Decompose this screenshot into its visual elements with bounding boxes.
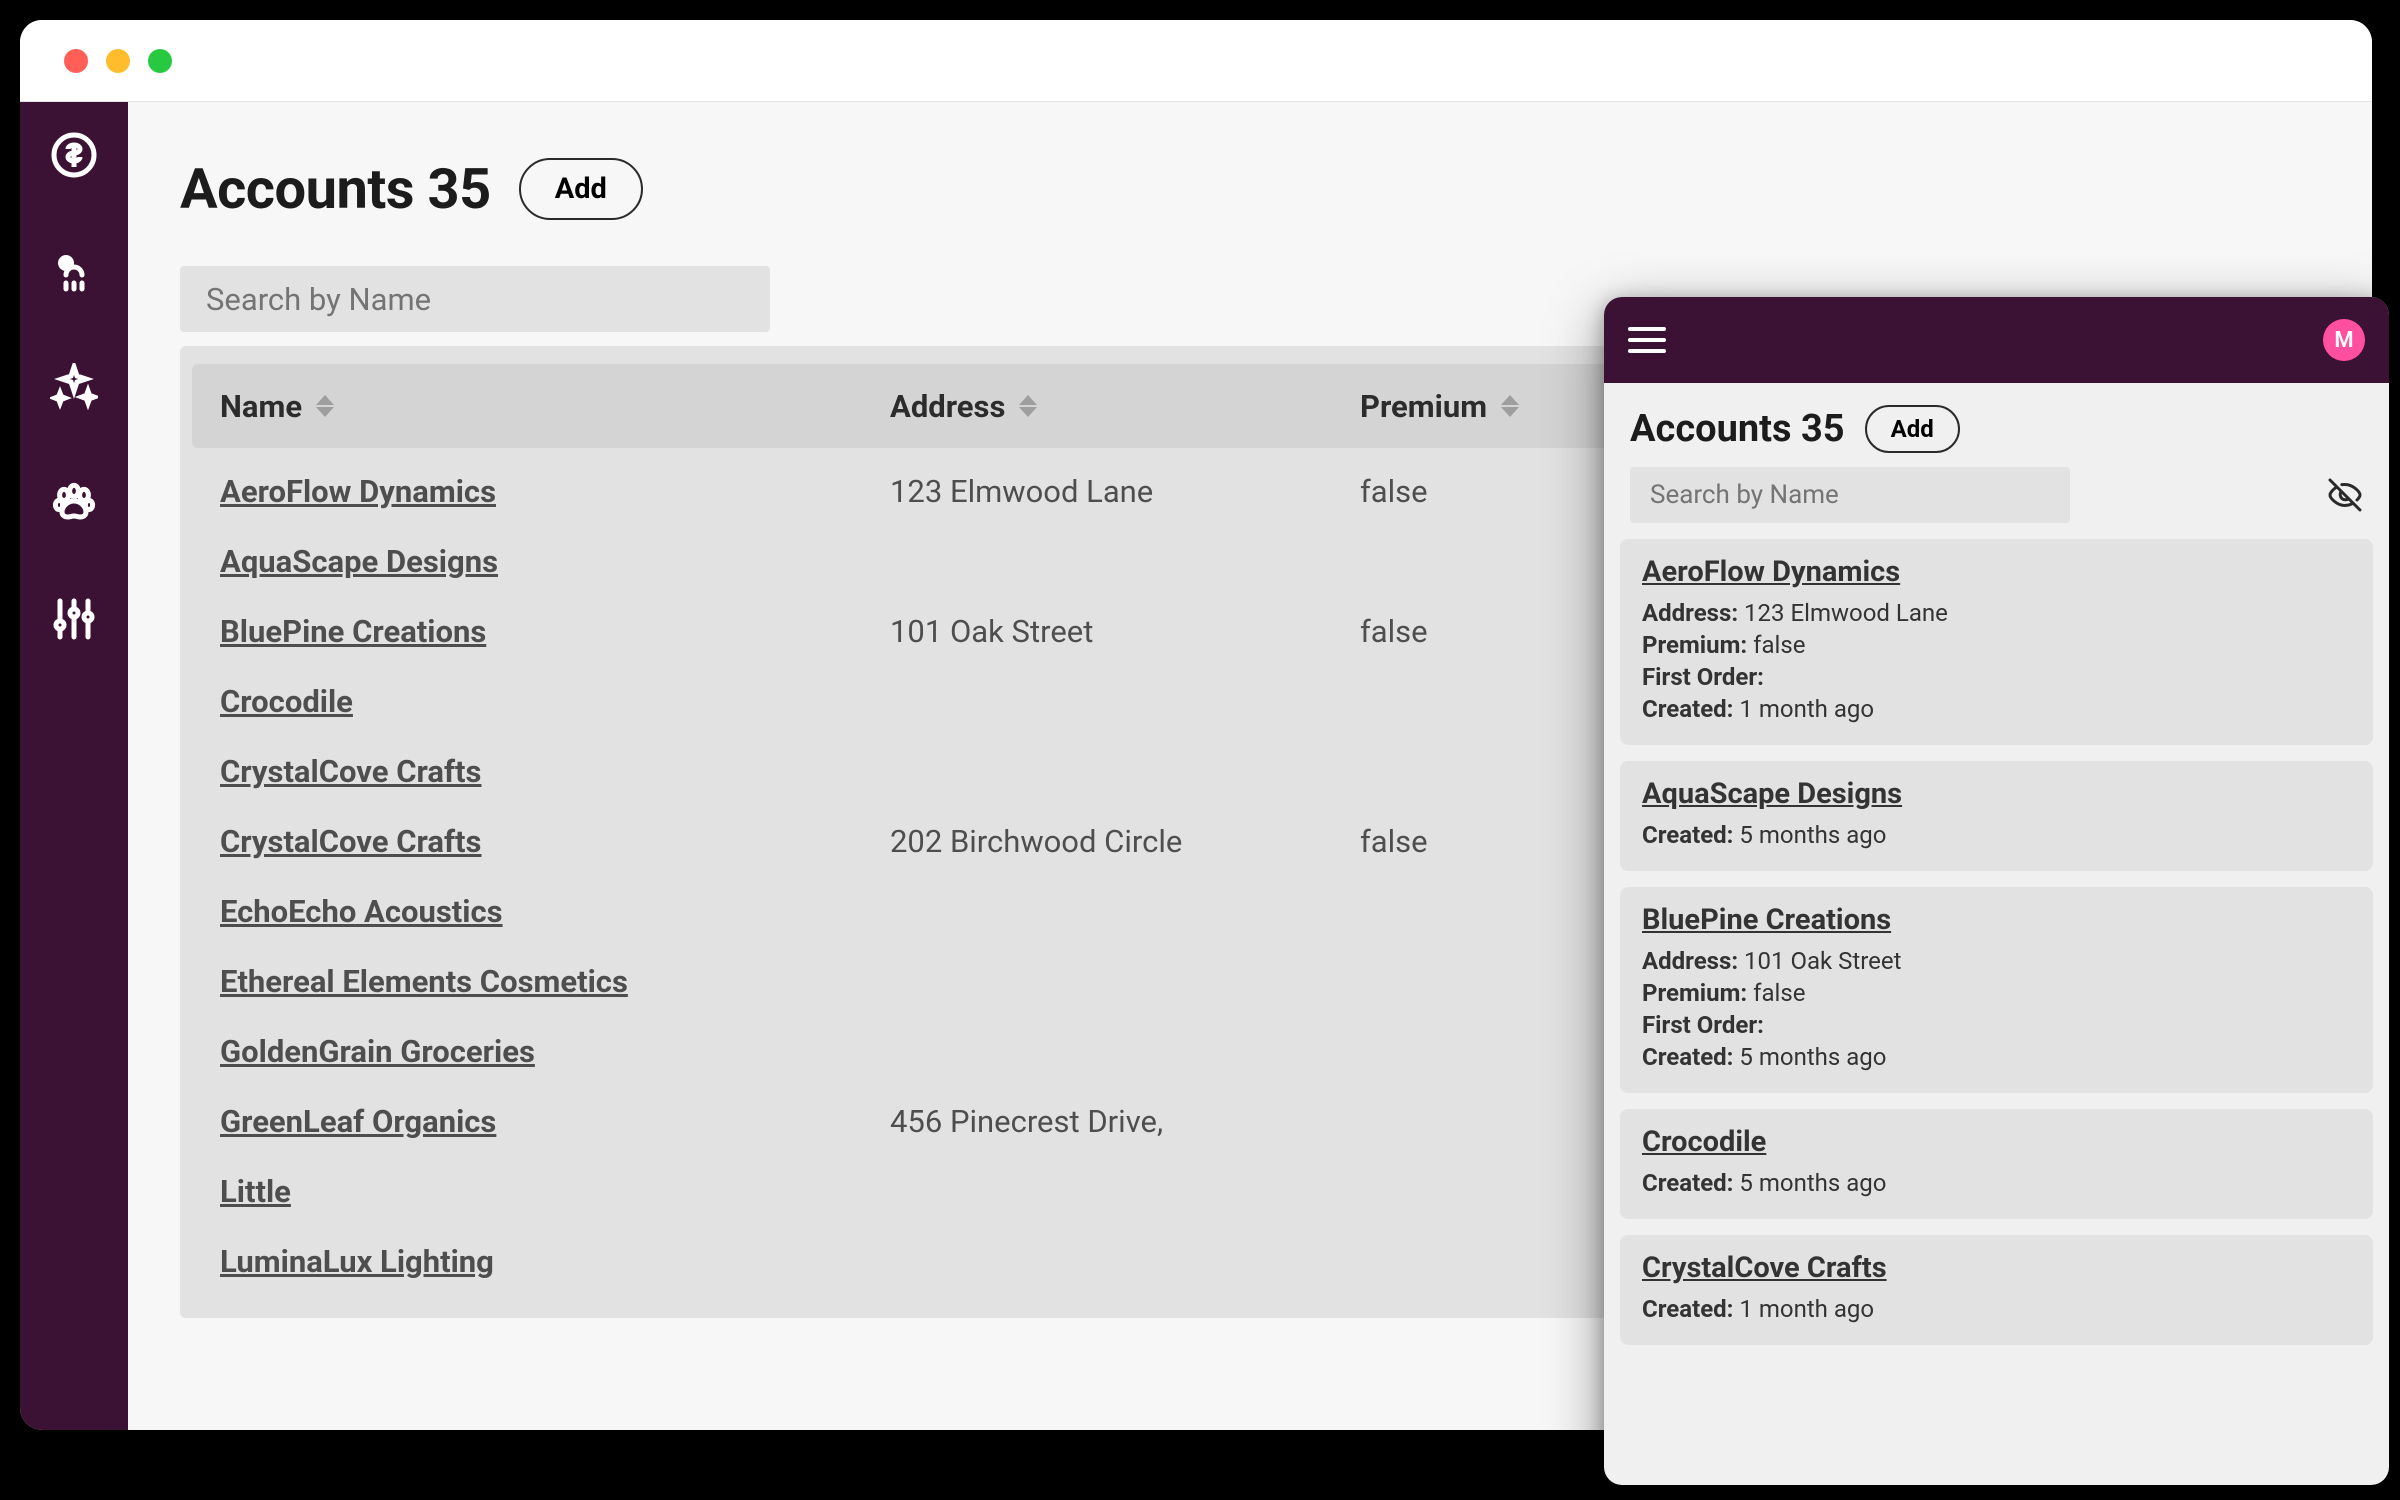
account-card[interactable]: CrystalCove Crafts Created: 1 month ago xyxy=(1620,1235,2373,1345)
account-card[interactable]: AeroFlow Dynamics Address: 123 Elmwood La… xyxy=(1620,539,2373,745)
account-link[interactable]: Ethereal Elements Cosmetics xyxy=(220,963,628,1000)
maximize-window-icon[interactable] xyxy=(148,49,172,73)
account-link[interactable]: LuminaLux Lighting xyxy=(220,1243,494,1280)
card-premium: Premium: false xyxy=(1642,979,2351,1007)
account-link[interactable]: CrystalCove Crafts xyxy=(220,823,481,860)
account-link[interactable]: Little xyxy=(220,1173,291,1210)
card-premium: Premium: false xyxy=(1642,631,2351,659)
page-title: Accounts 35 xyxy=(180,156,491,222)
account-link[interactable]: Crocodile xyxy=(220,683,353,720)
account-link[interactable]: CrystalCove Crafts xyxy=(220,753,481,790)
account-link[interactable]: AquaScape Designs xyxy=(220,543,498,580)
account-card[interactable]: Crocodile Created: 5 months ago xyxy=(1620,1109,2373,1219)
close-window-icon[interactable] xyxy=(64,49,88,73)
card-created: Created: 5 months ago xyxy=(1642,821,2351,849)
account-link[interactable]: EchoEcho Acoustics xyxy=(220,893,503,930)
mobile-preview: M Accounts 35 Add AeroFlow Dynamics Addre… xyxy=(1604,297,2389,1485)
weather-icon[interactable] xyxy=(47,244,101,298)
address-cell: 101 Oak Street xyxy=(890,613,1360,650)
dollar-icon[interactable] xyxy=(47,128,101,182)
card-title-link[interactable]: BluePine Creations xyxy=(1642,903,1891,937)
card-title-link[interactable]: Crocodile xyxy=(1642,1125,1766,1159)
column-name[interactable]: Name xyxy=(220,388,890,425)
card-first-order: First Order: xyxy=(1642,663,2351,691)
sparkles-icon[interactable] xyxy=(47,360,101,414)
address-cell: 202 Birchwood Circle xyxy=(890,823,1360,860)
sidebar xyxy=(20,102,128,1430)
account-link[interactable]: BluePine Creations xyxy=(220,613,486,650)
sort-icon xyxy=(316,395,334,417)
mobile-topbar: M xyxy=(1604,297,2389,383)
card-title-link[interactable]: AquaScape Designs xyxy=(1642,777,1902,811)
card-title-link[interactable]: CrystalCove Crafts xyxy=(1642,1251,1887,1285)
sliders-icon[interactable] xyxy=(47,592,101,646)
window-titlebar xyxy=(20,20,2372,102)
account-link[interactable]: AeroFlow Dynamics xyxy=(220,473,496,510)
card-address: Address: 123 Elmwood Lane xyxy=(1642,599,2351,627)
traffic-lights xyxy=(64,49,172,73)
avatar[interactable]: M xyxy=(2323,319,2365,361)
card-address: Address: 101 Oak Street xyxy=(1642,947,2351,975)
address-cell: 456 Pinecrest Drive, xyxy=(890,1103,1360,1140)
card-created: Created: 1 month ago xyxy=(1642,1295,2351,1323)
card-created: Created: 1 month ago xyxy=(1642,695,2351,723)
column-address[interactable]: Address xyxy=(890,388,1360,425)
hamburger-icon[interactable] xyxy=(1628,327,1666,353)
sort-icon xyxy=(1019,395,1037,417)
account-link[interactable]: GreenLeaf Organics xyxy=(220,1103,496,1140)
add-button[interactable]: Add xyxy=(519,158,643,220)
card-created: Created: 5 months ago xyxy=(1642,1169,2351,1197)
paw-icon[interactable] xyxy=(47,476,101,530)
visibility-off-icon[interactable] xyxy=(2327,477,2363,513)
card-first-order: First Order: xyxy=(1642,1011,2351,1039)
card-title-link[interactable]: AeroFlow Dynamics xyxy=(1642,555,1900,589)
sort-icon xyxy=(1501,395,1519,417)
search-input[interactable] xyxy=(180,266,770,332)
mobile-add-button[interactable]: Add xyxy=(1865,405,1960,453)
mobile-search-input[interactable] xyxy=(1630,467,2070,523)
account-card[interactable]: AquaScape Designs Created: 5 months ago xyxy=(1620,761,2373,871)
card-created: Created: 5 months ago xyxy=(1642,1043,2351,1071)
address-cell: 123 Elmwood Lane xyxy=(890,473,1360,510)
minimize-window-icon[interactable] xyxy=(106,49,130,73)
account-link[interactable]: GoldenGrain Groceries xyxy=(220,1033,535,1070)
mobile-page-title: Accounts 35 xyxy=(1630,407,1845,451)
account-card[interactable]: BluePine Creations Address: 101 Oak Stree… xyxy=(1620,887,2373,1093)
